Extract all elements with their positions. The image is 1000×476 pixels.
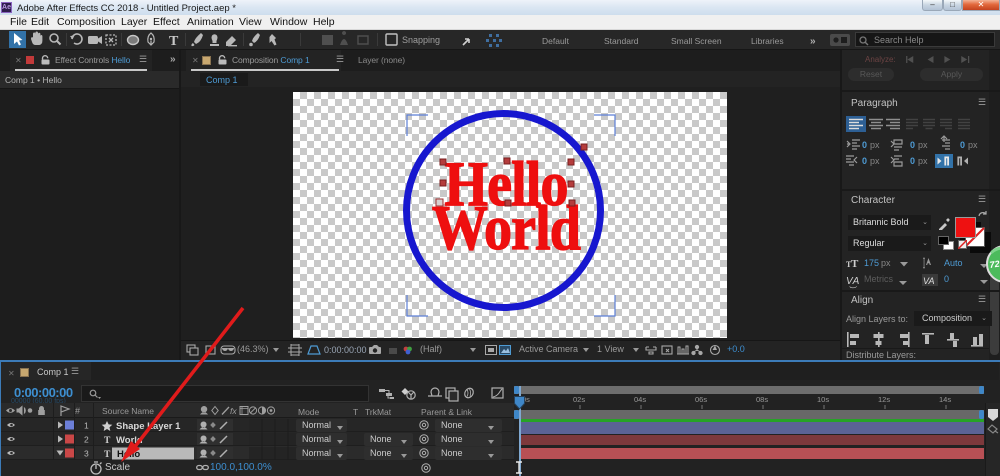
svg-text:Shape Layer 1: Shape Layer 1 (116, 421, 181, 432)
svg-text:T: T (851, 258, 859, 270)
svg-text:fx: fx (230, 406, 237, 416)
svg-text:V͜A: V͜A (846, 276, 860, 288)
svg-text:T: T (104, 436, 111, 446)
svg-text:2: 2 (84, 435, 89, 445)
svg-text:3: 3 (84, 449, 89, 459)
svg-text:»: » (810, 36, 816, 47)
svg-text:VA: VA (923, 276, 935, 286)
svg-text:#: # (75, 406, 80, 416)
svg-text:T: T (169, 34, 179, 49)
svg-text:Hello: Hello (117, 449, 140, 460)
svg-text:World: World (116, 435, 143, 446)
svg-text:T: T (104, 450, 111, 460)
svg-text:1: 1 (84, 421, 89, 431)
svg-text:Source Name: Source Name (102, 406, 154, 416)
